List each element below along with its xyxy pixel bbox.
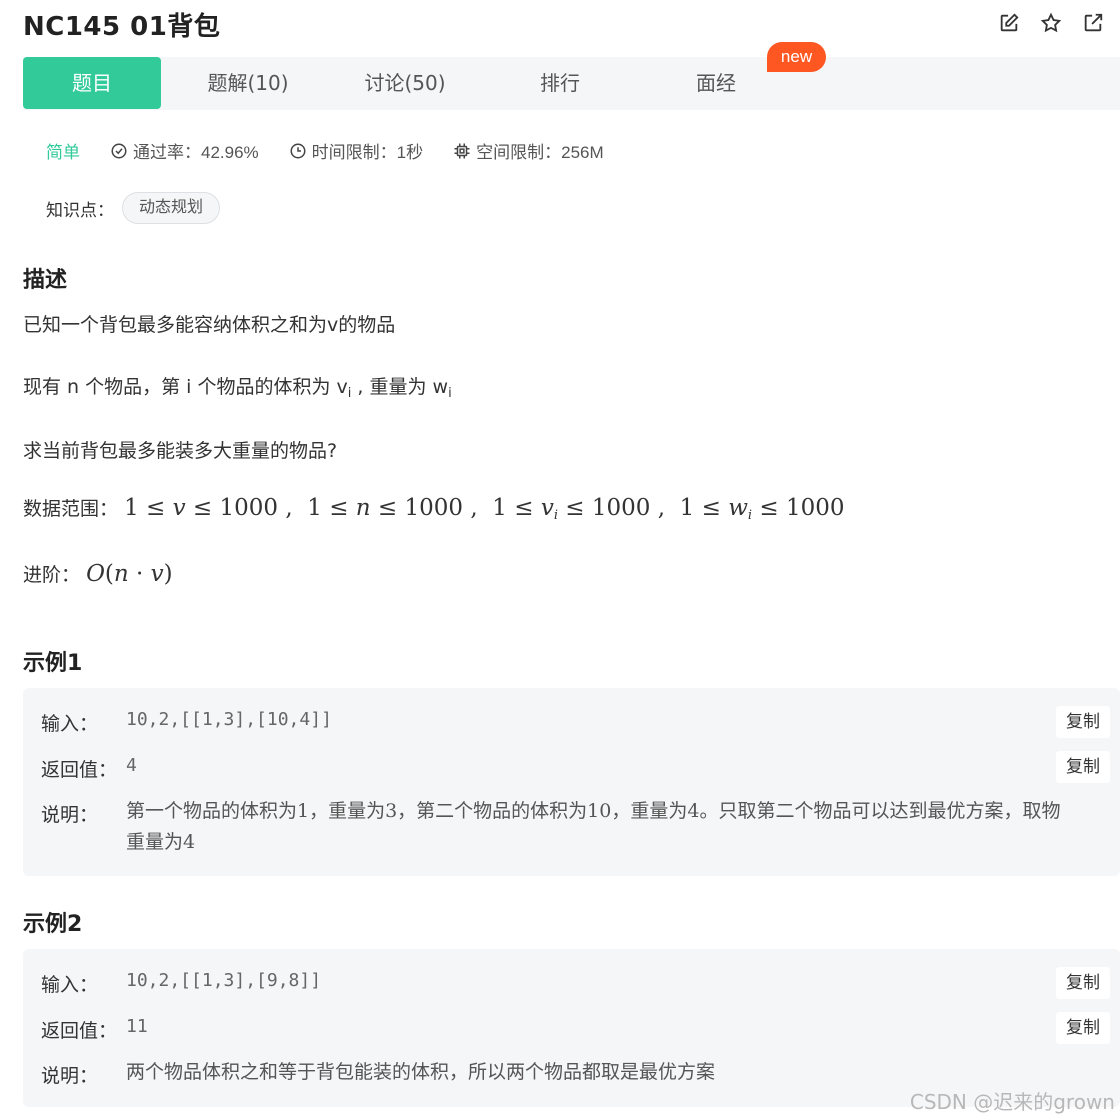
copy-output-button[interactable]: 复制 xyxy=(1056,751,1110,783)
top-toolbar xyxy=(998,12,1104,34)
star-icon[interactable] xyxy=(1040,12,1062,34)
range-formula: 1 ≤ v ≤ 1000 , 1 ≤ n ≤ 1000 , 1 ≤ vi ≤ 1… xyxy=(124,495,845,523)
data-range: 数据范围： 1 ≤ v ≤ 1000 , 1 ≤ n ≤ 1000 , 1 ≤ … xyxy=(23,495,845,523)
input-value[interactable]: 10,2,[[1,3],[10,4]] xyxy=(126,709,332,730)
description-heading: 描述 xyxy=(23,268,68,293)
explain-text: 两个物品体积之和等于背包能装的体积，所以两个物品都取是最优方案 xyxy=(126,1061,716,1083)
copy-input-button[interactable]: 复制 xyxy=(1056,706,1110,738)
watermark: CSDN @迟来的grown xyxy=(909,1090,1115,1114)
time-limit-text: 时间限制：1秒 xyxy=(311,143,424,162)
output-label: 返回值： xyxy=(41,759,118,781)
tab-problem[interactable]: 题目 xyxy=(23,57,161,109)
difficulty-label: 简单 xyxy=(46,143,80,162)
description-line-1: 已知一个背包最多能容纳体积之和为v的物品 xyxy=(23,314,396,336)
knowledge-tag[interactable]: 动态规划 xyxy=(122,192,221,224)
output-value[interactable]: 4 xyxy=(126,755,137,776)
memory-limit: 空间限制：256M xyxy=(453,138,604,163)
example-1-heading: 示例1 xyxy=(23,651,83,676)
tab-bar: 题目 题解(10) 讨论(50) 排行 面经 xyxy=(23,57,1120,110)
explain-label: 说明： xyxy=(41,1065,99,1087)
tab-solutions[interactable]: 题解(10) xyxy=(173,57,323,109)
memory-limit-text: 空间限制：256M xyxy=(476,143,604,162)
pass-rate: 通过率：42.96% xyxy=(110,138,259,163)
complexity-formula: O(n · v) xyxy=(86,561,173,587)
clock-icon xyxy=(290,143,306,158)
description-line-3: 求当前背包最多能装多大重量的物品? xyxy=(23,440,338,462)
share-icon[interactable] xyxy=(1082,12,1104,34)
copy-input-button[interactable]: 复制 xyxy=(1056,967,1110,999)
description-line-2: 现有 n 个物品，第 i 个物品的体积为 vi , 重量为 wi xyxy=(23,376,452,401)
knowledge-points: 知识点： 动态规划 xyxy=(46,192,221,224)
explain-label: 说明： xyxy=(41,804,99,826)
pass-rate-text: 通过率：42.96% xyxy=(133,143,259,162)
copy-output-button[interactable]: 复制 xyxy=(1056,1012,1110,1044)
new-badge: new xyxy=(767,42,826,72)
explain-text: 第一个物品的体积为1，重量为3，第二个物品的体积为10，重量为4。只取第二个物品… xyxy=(126,800,1061,853)
input-label: 输入： xyxy=(41,974,99,996)
input-value[interactable]: 10,2,[[1,3],[9,8]] xyxy=(126,970,321,991)
input-label: 输入： xyxy=(41,713,99,735)
edit-icon[interactable] xyxy=(998,12,1020,34)
output-label: 返回值： xyxy=(41,1020,118,1042)
example-1-box: 输入： 10,2,[[1,3],[10,4]] 复制 返回值： 4 复制 说明：… xyxy=(23,688,1120,876)
tab-ranking[interactable]: 排行 xyxy=(485,57,635,109)
advanced-requirement: 进阶： O(n · v) xyxy=(23,561,173,587)
problem-meta: 简单 通过率：42.96% 时间限制：1秒 空间限制：256M xyxy=(46,138,634,163)
knowledge-label: 知识点： xyxy=(46,200,114,220)
output-value[interactable]: 11 xyxy=(126,1016,148,1037)
tab-discussion[interactable]: 讨论(50) xyxy=(330,57,480,109)
example-2-heading: 示例2 xyxy=(23,912,83,937)
example-2-box: 输入： 10,2,[[1,3],[9,8]] 复制 返回值： 11 复制 说明：… xyxy=(23,949,1120,1107)
chip-icon xyxy=(454,143,470,158)
check-circle-icon xyxy=(111,143,127,158)
problem-title: NC145 01背包 xyxy=(23,12,221,42)
time-limit: 时间限制：1秒 xyxy=(289,138,423,163)
